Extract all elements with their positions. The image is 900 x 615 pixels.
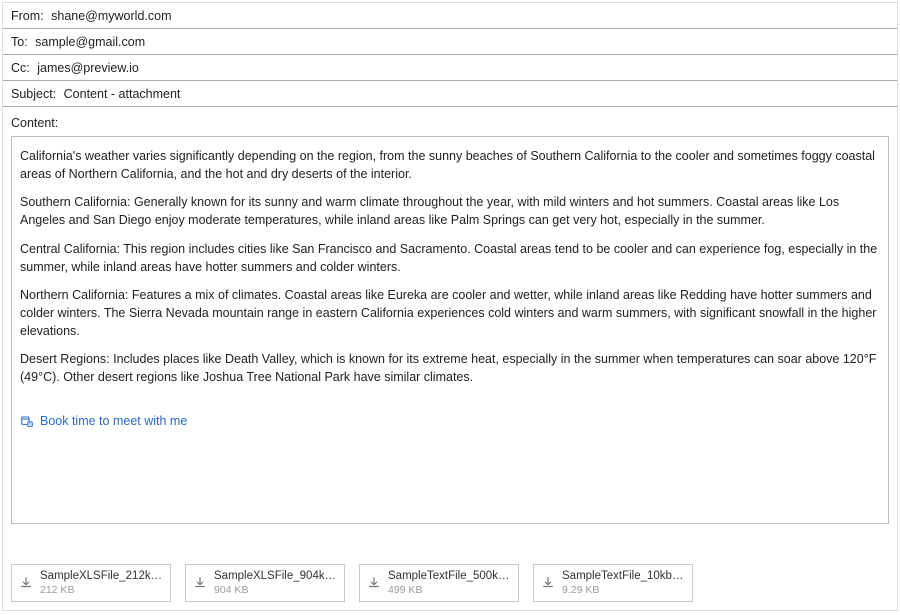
attachment-size: 212 KB [40,584,163,596]
attachment-item[interactable]: SampleXLSFile_904kb.xls 904 KB [185,564,345,602]
body-paragraph: Desert Regions: Includes places like Dea… [20,350,880,386]
body-paragraph: Central California: This region includes… [20,240,880,276]
from-field[interactable]: From: shane@myworld.com [3,3,897,29]
to-field[interactable]: To: sample@gmail.com [3,29,897,55]
attachment-filename: SampleXLSFile_904kb.xls [214,570,337,583]
content-label: Content: [3,107,897,134]
body-paragraph: Southern California: Generally known for… [20,193,880,229]
book-meeting-link[interactable]: Book time to meet with me [20,412,880,430]
from-value: shane@myworld.com [51,9,171,23]
email-compose-panel: From: shane@myworld.com To: sample@gmail… [2,2,898,611]
body-paragraph: California's weather varies significantl… [20,147,880,183]
download-icon [541,576,555,590]
attachment-filename: SampleTextFile_10kb.txt [562,570,685,583]
attachment-size: 904 KB [214,584,337,596]
attachments-row: SampleXLSFile_212kb.xls 212 KB SampleXLS… [11,564,693,602]
attachment-filename: SampleXLSFile_212kb.xls [40,570,163,583]
cc-field[interactable]: Cc: james@preview.io [3,55,897,81]
to-label: To: [11,35,28,49]
cc-value: james@preview.io [37,61,139,75]
email-body[interactable]: California's weather varies significantl… [11,136,889,524]
to-value: sample@gmail.com [35,35,145,49]
cc-label: Cc: [11,61,30,75]
attachment-size: 499 KB [388,584,511,596]
download-icon [193,576,207,590]
attachment-item[interactable]: SampleTextFile_10kb.txt 9.29 KB [533,564,693,602]
attachment-size: 9.29 KB [562,584,685,596]
download-icon [19,576,33,590]
from-label: From: [11,9,44,23]
attachment-filename: SampleTextFile_500kb.p... [388,570,511,583]
book-meeting-text: Book time to meet with me [40,412,187,430]
subject-label: Subject: [11,87,56,101]
subject-field[interactable]: Subject: Content - attachment [3,81,897,107]
attachment-item[interactable]: SampleXLSFile_212kb.xls 212 KB [11,564,171,602]
body-paragraph: Northern California: Features a mix of c… [20,286,880,340]
attachment-item[interactable]: SampleTextFile_500kb.p... 499 KB [359,564,519,602]
calendar-icon [20,415,34,428]
subject-value: Content - attachment [64,87,181,101]
download-icon [367,576,381,590]
